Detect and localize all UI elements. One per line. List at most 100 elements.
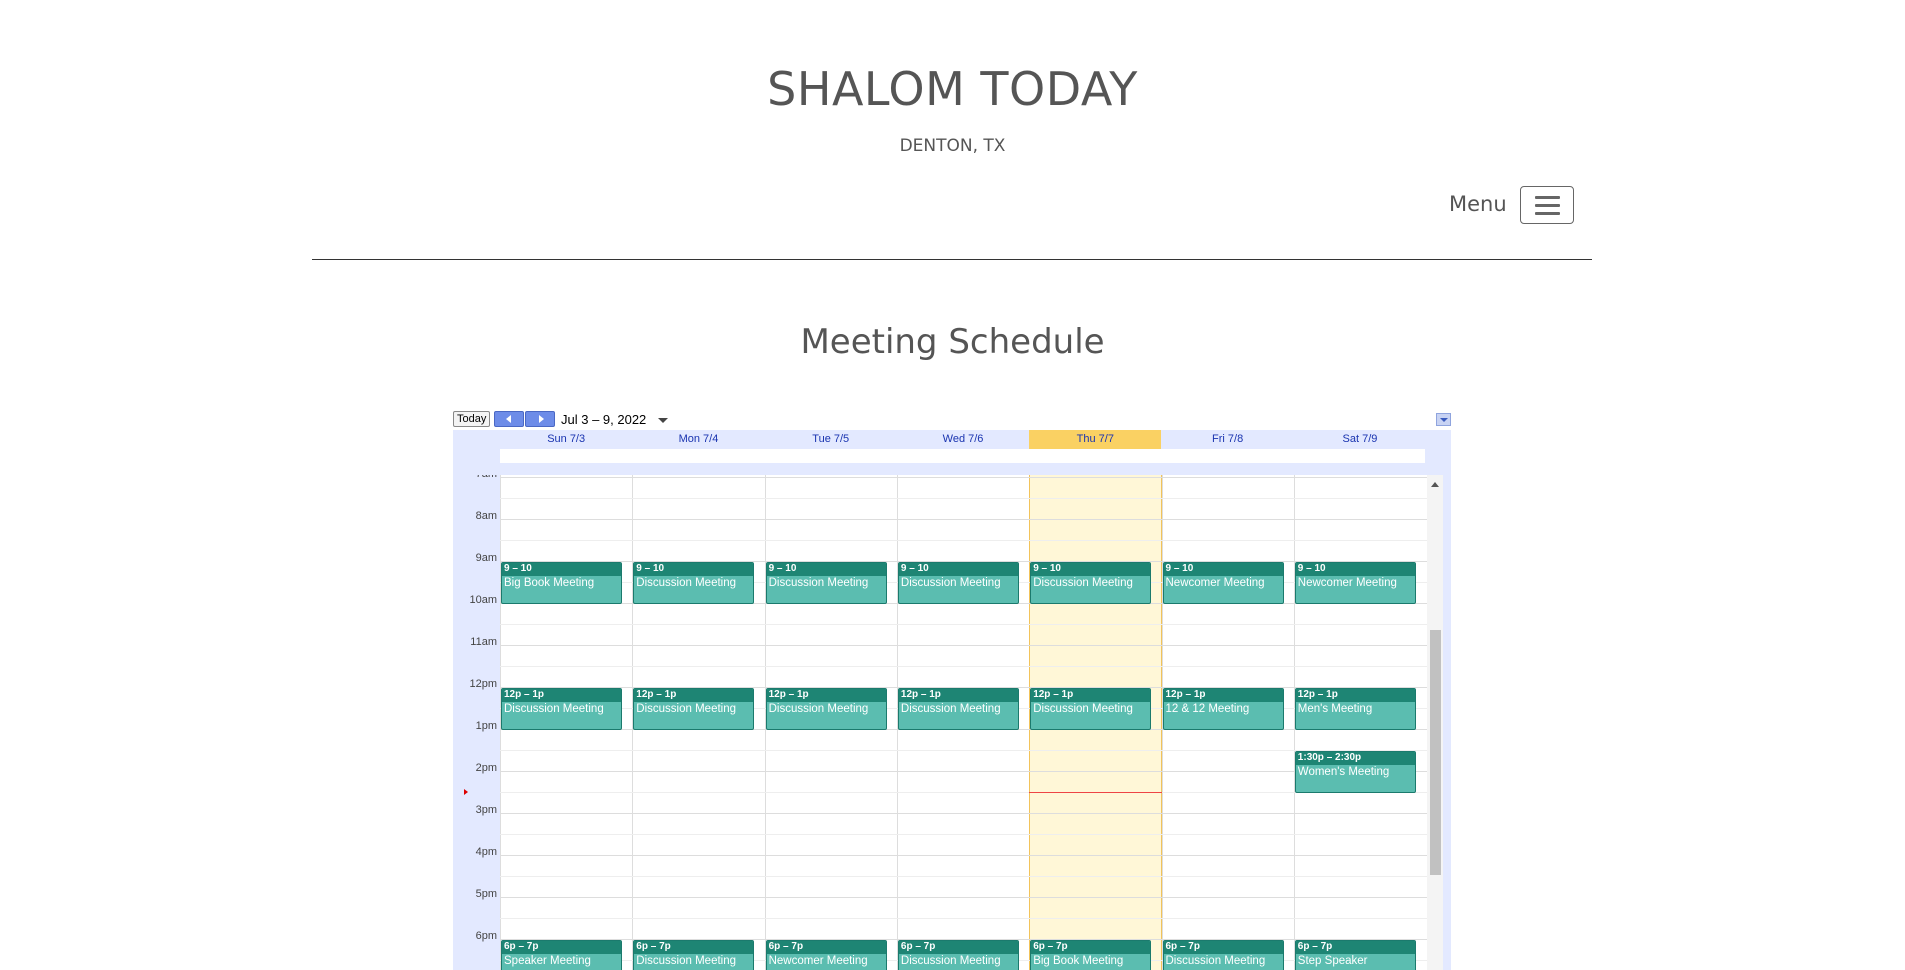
time-label: 7am [476, 475, 497, 480]
event-title: Discussion Meeting [768, 577, 869, 589]
next-week-button[interactable] [525, 411, 555, 427]
time-label: 3pm [475, 804, 497, 816]
all-day-row [500, 449, 1425, 463]
calendar-event[interactable]: 6p – 7p Discussion Meeting [1162, 940, 1284, 970]
event-title: Discussion Meeting [636, 955, 737, 967]
calendar-event[interactable]: 12p – 1p Discussion Meeting [897, 688, 1019, 730]
event-time: 9 – 10 [898, 563, 1018, 576]
day-header[interactable]: Mon 7/4 [632, 430, 764, 449]
event-title: Discussion Meeting [900, 955, 1001, 967]
calendar-event[interactable]: 12p – 1p 12 & 12 Meeting [1162, 688, 1284, 730]
time-label: 2pm [475, 762, 497, 774]
chevron-down-icon[interactable] [658, 418, 668, 423]
day-header[interactable]: Tue 7/5 [765, 430, 897, 449]
day-columns: 9 – 10 Big Book Meeting 9 – 10 Discussion M… [500, 475, 1427, 970]
header-divider [312, 259, 1592, 260]
event-title: Discussion Meeting [900, 577, 1001, 589]
calendar-scrollbar[interactable] [1427, 475, 1443, 970]
calendar-event[interactable]: 9 – 10 Newcomer Meeting [1294, 562, 1416, 604]
calendar-options-button[interactable] [1436, 413, 1451, 426]
calendar-event[interactable]: 1:30p – 2:30p Women's Meeting [1294, 751, 1416, 793]
time-label: 11am [470, 636, 497, 648]
calendar-event[interactable]: 9 – 10 Big Book Meeting [501, 562, 622, 604]
time-label: 6pm [475, 930, 497, 942]
event-title: Discussion Meeting [1165, 955, 1266, 967]
event-time: 9 – 10 [1163, 563, 1283, 576]
today-button[interactable]: Today [453, 411, 491, 427]
time-label: 1pm [475, 720, 497, 732]
calendar-toolbar: Today Jul 3 – 9, 2022 [453, 410, 1451, 430]
prev-week-button[interactable] [494, 411, 524, 427]
event-time: 6p – 7p [898, 941, 1018, 954]
hamburger-icon [1535, 212, 1560, 215]
event-time: 6p – 7p [1163, 941, 1283, 954]
event-title: Discussion Meeting [768, 703, 869, 715]
day-header[interactable]: Thu 7/7 [1029, 430, 1162, 449]
calendar-event[interactable]: 9 – 10 Discussion Meeting [897, 562, 1019, 604]
date-range-label: Jul 3 – 9, 2022 [561, 412, 647, 427]
event-time: 12p – 1p [1031, 689, 1151, 702]
event-title: Discussion Meeting [504, 703, 604, 715]
event-time: 12p – 1p [1163, 689, 1283, 702]
grid-line [500, 477, 1427, 478]
scroll-thumb[interactable] [1430, 630, 1441, 875]
grid-line [500, 813, 1427, 814]
grid-line [500, 918, 1427, 919]
event-time: 9 – 10 [502, 563, 621, 576]
event-time: 6p – 7p [1295, 941, 1415, 954]
chevron-down-icon [1440, 418, 1448, 422]
grid-line [500, 855, 1427, 856]
calendar-event[interactable]: 6p – 7p Discussion Meeting [633, 940, 755, 970]
calendar-event[interactable]: 6p – 7p Newcomer Meeting [765, 940, 887, 970]
day-header[interactable]: Sat 7/9 [1294, 430, 1426, 449]
event-title: Big Book Meeting [504, 577, 595, 589]
day-header[interactable]: Wed 7/6 [897, 430, 1029, 449]
site-title: SHALOM TODAY [767, 62, 1138, 116]
time-label: 12pm [469, 678, 497, 690]
grid-line [500, 771, 1427, 772]
event-title: Discussion Meeting [900, 703, 1001, 715]
calendar-event[interactable]: 6p – 7p Step Speaker [1294, 940, 1416, 970]
time-gutter: 7am 8am 9am 10am 11am 12pm 1pm 2pm 3pm 4pm 5pm 6pm [461, 475, 500, 970]
grid-line [500, 834, 1427, 835]
event-time: 12p – 1p [1295, 689, 1415, 702]
grid-line [500, 750, 1427, 751]
event-title: Women's Meeting [1297, 766, 1390, 778]
chevron-right-icon [539, 415, 544, 423]
event-title: Big Book Meeting [1033, 955, 1124, 967]
event-time: 12p – 1p [766, 689, 886, 702]
calendar-event[interactable]: 9 – 10 Newcomer Meeting [1162, 562, 1284, 604]
calendar-event[interactable]: 9 – 10 Discussion Meeting [633, 562, 755, 604]
time-label: 9am [475, 552, 497, 564]
event-time: 12p – 1p [898, 689, 1018, 702]
event-title: Discussion Meeting [1033, 703, 1133, 715]
calendar-event[interactable]: 6p – 7p Speaker Meeting [501, 940, 622, 970]
menu-label[interactable]: Menu [1449, 192, 1507, 216]
scroll-up-icon[interactable] [1431, 482, 1439, 487]
calendar-event[interactable]: 12p – 1p Discussion Meeting [633, 688, 755, 730]
event-time: 1:30p – 2:30p [1295, 752, 1415, 765]
hamburger-icon [1535, 196, 1560, 199]
calendar-event[interactable]: 9 – 10 Discussion Meeting [1030, 562, 1152, 604]
grid-line [500, 792, 1427, 793]
event-time: 6p – 7p [634, 941, 754, 954]
calendar-event[interactable]: 9 – 10 Discussion Meeting [765, 562, 887, 604]
event-time: 12p – 1p [634, 689, 754, 702]
event-time: 9 – 10 [766, 563, 886, 576]
grid-line [500, 876, 1427, 877]
event-title: Discussion Meeting [636, 703, 737, 715]
calendar-event[interactable]: 6p – 7p Discussion Meeting [897, 940, 1019, 970]
calendar-event[interactable]: 12p – 1p Discussion Meeting [1030, 688, 1152, 730]
chevron-left-icon [506, 415, 511, 423]
hamburger-icon [1535, 204, 1560, 207]
calendar-event[interactable]: 12p – 1p Men's Meeting [1294, 688, 1416, 730]
calendar-event[interactable]: 12p – 1p Discussion Meeting [501, 688, 622, 730]
event-time: 12p – 1p [502, 689, 621, 702]
menu-toggle-button[interactable] [1520, 186, 1574, 224]
calendar-event[interactable]: 12p – 1p Discussion Meeting [765, 688, 887, 730]
day-header[interactable]: Sun 7/3 [500, 430, 632, 449]
calendar-event[interactable]: 6p – 7p Big Book Meeting [1030, 940, 1152, 970]
day-header[interactable]: Fri 7/8 [1162, 430, 1294, 449]
event-title: 12 & 12 Meeting [1165, 703, 1250, 715]
event-title: Newcomer Meeting [1165, 577, 1265, 589]
